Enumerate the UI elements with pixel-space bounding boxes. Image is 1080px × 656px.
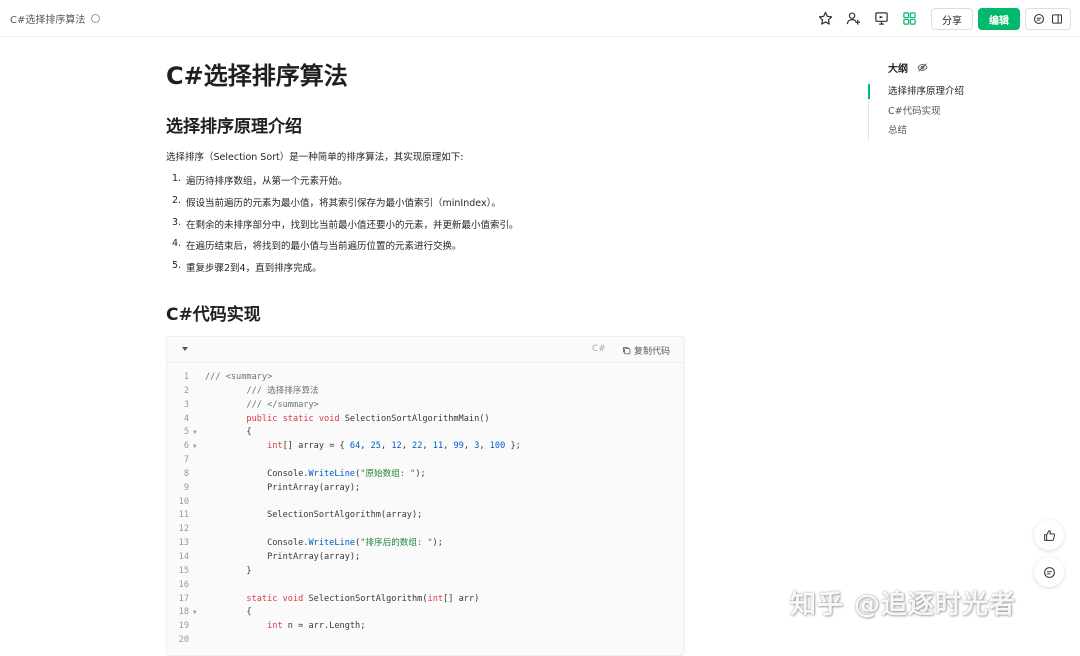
code-line: 10 [178,496,189,507]
list-item: 5. 重复步骤2到4，直到排序完成。 [172,260,322,275]
code-block-header: C# 复制代码 [167,337,684,363]
collapse-caret-icon[interactable] [182,347,188,351]
code-line: 12 [178,524,189,535]
intro-paragraph: 选择排序（Selection Sort）是一种简单的排序算法，其实现原理如下: [166,152,464,163]
present-icon[interactable] [872,9,890,27]
outline-item-summary[interactable]: 总结 [869,121,964,141]
code-block: C# 复制代码 1/// <summary> 2 /// 选择排序算法 3 //… [166,336,685,656]
section-heading-code: C#代码实现 [166,305,261,325]
outline-list: 选择排序原理介绍 C#代码实现 总结 [867,82,964,141]
star-icon[interactable] [816,9,834,27]
section-heading-principle: 选择排序原理介绍 [166,117,302,137]
sidebar-toggle-icon[interactable] [1051,10,1063,29]
fold-arrow-icon[interactable]: ▼ [193,440,197,454]
code-line: 1/// <summary> [183,372,273,382]
watermark: 知乎 @追逐时光者 [790,590,1017,620]
outline-item-code[interactable]: C#代码实现 [869,102,964,122]
page-title: C#选择排序算法 [166,62,348,90]
code-line: 8 Console.WriteLine("原始数组: "); [183,468,426,479]
breadcrumb-title[interactable]: C#选择排序算法 [10,11,85,26]
code-line: 15 } [178,565,252,576]
steps-list: 1. 遍历待排序数组，从第一个元素开始。 2. 假设当前遍历的元素为最小值，将其索引… [172,173,519,282]
thumbs-up-icon [1043,529,1055,541]
list-item: 2. 假设当前遍历的元素为最小值，将其索引保存为最小值索引（minIndex）。 [172,194,501,209]
copy-icon [623,347,631,355]
visibility-icon[interactable] [91,14,101,23]
share-button[interactable]: 分享 [931,8,973,30]
code-line: 11 SelectionSortAlgorithm(array); [178,510,423,521]
code-line: 18 ▼ { [167,606,521,620]
comment-button[interactable] [1034,557,1064,587]
outline-panel: 大纲 选择排序原理介绍 C#代码实现 总结 [867,60,1008,141]
code-line: 5 ▼ { [167,426,521,440]
like-button[interactable] [1034,520,1064,550]
code-line: 14 PrintArray(array); [178,551,361,562]
comment-icon [1043,566,1055,578]
code-line: 16 [178,579,189,590]
breadcrumb[interactable]: C#选择排序算法 [10,11,101,26]
code-language: C# [592,344,606,354]
code-content: 1/// <summary> 2 /// 选择排序算法 3 /// </summ… [167,371,521,648]
apps-icon[interactable] [900,9,918,27]
panel-toggle-group [1025,8,1071,30]
outline-item-principle[interactable]: 选择排序原理介绍 [867,82,964,102]
list-item: 4. 在遍历结束后，将找到的最小值与当前遍历位置的元素进行交换。 [172,238,462,253]
code-line: 13 Console.WriteLine("排序后的数组: "); [178,538,443,549]
add-collaborator-icon[interactable] [844,9,862,27]
top-bar: C#选择排序算法 分享 编辑 [0,0,1080,37]
code-line: 3 /// </summary> [183,399,319,410]
code-line: 4 public static void SelectionSortAlgori… [183,413,490,424]
list-item: 3. 在剩余的未排序部分中，找到比当前最小值还要小的元素，并更新最小值索引。 [172,216,519,231]
code-line: 7 [183,455,189,466]
code-line: 17 static void SelectionSortAlgorithm(in… [178,593,480,604]
list-item: 1. 遍历待排序数组，从第一个元素开始。 [172,173,348,187]
fold-arrow-icon[interactable]: ▼ [193,426,197,440]
edit-button[interactable]: 编辑 [978,8,1020,30]
code-line: 6 ▼ int[] array = { 64, 25, 12, 22, 11, 9… [167,440,521,454]
code-line: 19 int n = arr.Length; [178,621,366,632]
comment-panel-icon[interactable] [1033,10,1045,29]
code-line: 9 PrintArray(array); [183,482,361,493]
code-line: 2 /// 选择排序算法 [183,385,319,396]
hide-outline-icon[interactable] [917,62,928,73]
fold-arrow-icon[interactable]: ▼ [193,606,197,620]
outline-header: 大纲 [888,60,1008,75]
copy-code-button[interactable]: 复制代码 [622,344,670,357]
